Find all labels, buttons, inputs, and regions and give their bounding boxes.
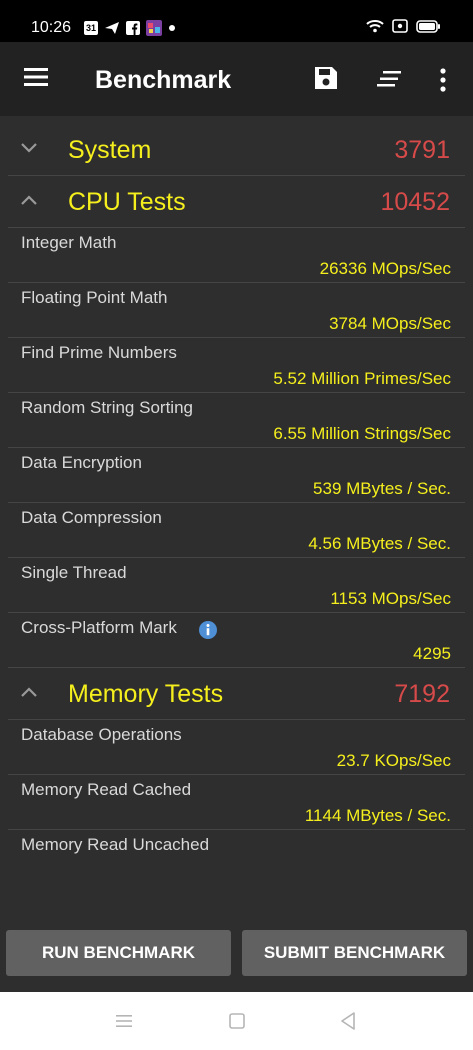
result-row-find-prime-numbers[interactable]: Find Prime Numbers 5.52 Million Primes/S… <box>8 338 465 393</box>
sort-button[interactable] <box>375 68 403 90</box>
result-name: Integer Math <box>21 233 117 252</box>
section-memory-tests[interactable]: Memory Tests 7192 <box>8 668 465 720</box>
result-name: Data Compression <box>21 508 162 527</box>
result-name: Single Thread <box>21 563 127 582</box>
section-score: 3791 <box>394 136 450 164</box>
result-row-random-string-sorting[interactable]: Random String Sorting 6.55 Million Strin… <box>8 393 465 448</box>
result-row-memory-read-cached[interactable]: Memory Read Cached 1144 MBytes / Sec. <box>8 775 465 830</box>
result-name: Memory Read Cached <box>21 780 192 799</box>
result-value: 6.55 Million Strings/Sec <box>273 424 451 443</box>
home-icon[interactable] <box>228 1012 246 1030</box>
result-value: 4295 <box>413 644 451 663</box>
menu-icon <box>24 68 48 86</box>
status-time: 10:26 <box>31 19 72 36</box>
more-vert-icon <box>440 68 446 92</box>
section-title: CPU Tests <box>68 188 186 216</box>
battery-icon <box>416 19 440 33</box>
section-score: 7192 <box>394 680 450 708</box>
run-benchmark-button[interactable]: RUN BENCHMARK <box>6 930 231 976</box>
submit-benchmark-button[interactable]: SUBMIT BENCHMARK <box>242 930 467 976</box>
facebook-icon <box>126 21 140 35</box>
result-name: Cross-Platform Mark <box>21 618 177 637</box>
result-name: Random String Sorting <box>21 398 193 417</box>
result-name: Memory Read Uncached <box>21 835 210 854</box>
info-icon[interactable] <box>198 620 218 640</box>
back-icon[interactable] <box>339 1011 357 1031</box>
result-name: Find Prime Numbers <box>21 343 177 362</box>
result-value: 1144 MBytes / Sec. <box>304 806 451 825</box>
result-row-data-encryption[interactable]: Data Encryption 539 MBytes / Sec. <box>8 448 465 503</box>
wifi-icon <box>366 20 384 33</box>
chevron-up-icon <box>21 195 37 205</box>
result-row-cross-platform-mark[interactable]: Cross-Platform Mark 4295 <box>8 613 465 668</box>
app-bar: Benchmark <box>0 42 473 116</box>
result-value: 4.56 MBytes / Sec. <box>308 534 451 553</box>
result-row-floating-point-math[interactable]: Floating Point Math 3784 MOps/Sec <box>8 283 465 338</box>
section-system[interactable]: System 3791 <box>8 124 465 176</box>
status-notification-icons: 31 <box>84 20 176 36</box>
send-icon <box>105 22 119 34</box>
sort-icon <box>377 71 401 87</box>
game-app-icon <box>146 20 162 36</box>
recents-menu-icon[interactable] <box>115 1013 133 1029</box>
more-options-button[interactable] <box>437 66 449 94</box>
result-name: Database Operations <box>21 725 182 744</box>
result-value: 3784 MOps/Sec <box>329 314 451 333</box>
section-title: Memory Tests <box>68 680 224 708</box>
save-icon <box>315 67 337 89</box>
chevron-up-icon <box>21 687 37 697</box>
screen-record-icon <box>392 19 408 33</box>
result-value: 1153 MOps/Sec <box>330 589 451 608</box>
status-system-icons <box>366 19 440 33</box>
result-value: 26336 MOps/Sec <box>319 259 451 278</box>
chevron-down-icon <box>21 143 37 153</box>
status-bar: 10:26 31 <box>0 0 473 42</box>
results-list: System 3791 CPU Tests 10452 Integer Math… <box>0 124 473 884</box>
result-name: Data Encryption <box>21 453 142 472</box>
calendar-icon: 31 <box>84 21 98 35</box>
section-cpu-tests[interactable]: CPU Tests 10452 <box>8 176 465 228</box>
result-row-database-operations[interactable]: Database Operations 23.7 KOps/Sec <box>8 720 465 775</box>
navigation-bar <box>0 992 473 1050</box>
result-value: 5.52 Million Primes/Sec <box>273 369 451 388</box>
section-title: System <box>68 136 152 164</box>
section-score: 10452 <box>380 188 450 216</box>
page-title: Benchmark <box>95 66 232 94</box>
result-row-data-compression[interactable]: Data Compression 4.56 MBytes / Sec. <box>8 503 465 558</box>
result-value: 539 MBytes / Sec. <box>313 479 451 498</box>
save-button[interactable] <box>312 64 340 92</box>
result-name: Floating Point Math <box>21 288 168 307</box>
result-value: 23.7 KOps/Sec <box>336 751 451 770</box>
result-row-single-thread[interactable]: Single Thread 1153 MOps/Sec <box>8 558 465 613</box>
menu-button[interactable] <box>22 66 50 88</box>
result-row-integer-math[interactable]: Integer Math 26336 MOps/Sec <box>8 228 465 283</box>
result-row-memory-read-uncached[interactable]: Memory Read Uncached <box>8 830 465 884</box>
dot-icon <box>169 25 175 31</box>
